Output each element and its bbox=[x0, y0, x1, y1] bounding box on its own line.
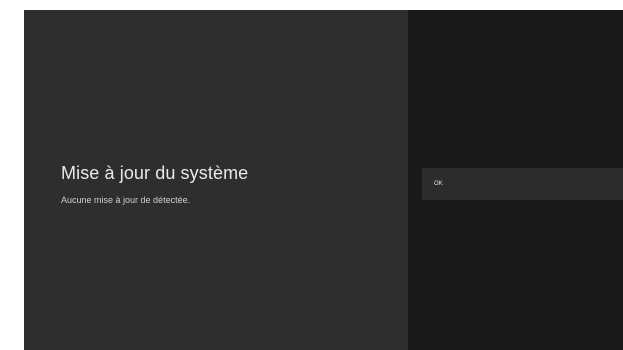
page-title: Mise à jour du système bbox=[61, 163, 249, 183]
tv-screen: Mise à jour du système Aucune mise à jou… bbox=[24, 10, 623, 350]
info-panel: Mise à jour du système Aucune mise à jou… bbox=[24, 10, 408, 350]
actions-panel: OK bbox=[408, 10, 623, 350]
ok-button[interactable]: OK bbox=[422, 168, 623, 200]
status-message: Aucune mise à jour de détectée. bbox=[61, 195, 191, 205]
